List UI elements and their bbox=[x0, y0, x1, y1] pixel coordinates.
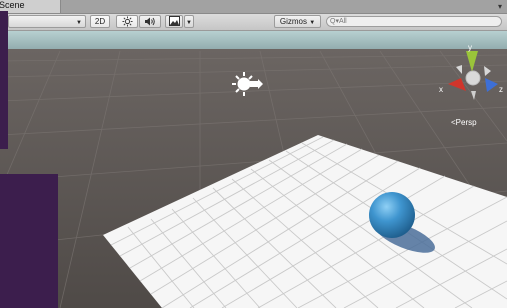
2d-toggle-button[interactable]: 2D bbox=[90, 15, 110, 28]
sky bbox=[0, 31, 507, 51]
scene-viewport[interactable]: y x z <Persp bbox=[0, 31, 507, 308]
2d-toggle-label: 2D bbox=[94, 17, 106, 26]
y-axis-label: y bbox=[468, 43, 472, 52]
x-axis-label: x bbox=[439, 85, 443, 94]
scene-search-input[interactable]: Q▾All bbox=[326, 16, 502, 27]
window-menu-icon[interactable]: ▾ bbox=[495, 0, 505, 13]
projection-label[interactable]: <Persp bbox=[451, 118, 477, 127]
gizmo-center-cube[interactable] bbox=[465, 70, 481, 86]
z-axis-label: z bbox=[499, 85, 503, 94]
scene-canvas[interactable]: y x z <Persp bbox=[0, 31, 507, 308]
tab-scene[interactable]: Scene bbox=[0, 0, 61, 13]
effects-toggle-button[interactable] bbox=[165, 15, 183, 28]
sphere[interactable] bbox=[369, 192, 415, 238]
chevron-down-icon: ▼ bbox=[309, 20, 316, 26]
gizmos-dropdown[interactable]: Gizmos ▼ bbox=[274, 15, 321, 28]
audio-toggle-button[interactable] bbox=[139, 15, 161, 28]
speaker-icon bbox=[145, 17, 155, 26]
chevron-down-icon: ▼ bbox=[186, 20, 192, 26]
gizmos-label: Gizmos bbox=[279, 17, 307, 26]
overlay-panel-bottom-left bbox=[0, 174, 58, 308]
effects-dropdown[interactable]: ▼ bbox=[184, 15, 194, 28]
search-placeholder: Q▾All bbox=[330, 18, 347, 25]
chevron-down-icon: ▼ bbox=[76, 20, 82, 26]
sun-icon bbox=[121, 16, 133, 27]
projection-label-text: Persp bbox=[456, 118, 477, 127]
image-icon bbox=[168, 16, 180, 26]
overlay-panel-top-left bbox=[0, 11, 8, 149]
scene-toolbar: ▼ 2D ▼ Gizmos ▼ Q▾All bbox=[0, 14, 507, 31]
scene-tab-bar: Scene ▾ bbox=[0, 0, 507, 14]
shading-mode-dropdown[interactable]: ▼ bbox=[8, 15, 86, 28]
lighting-toggle-button[interactable] bbox=[116, 15, 138, 28]
